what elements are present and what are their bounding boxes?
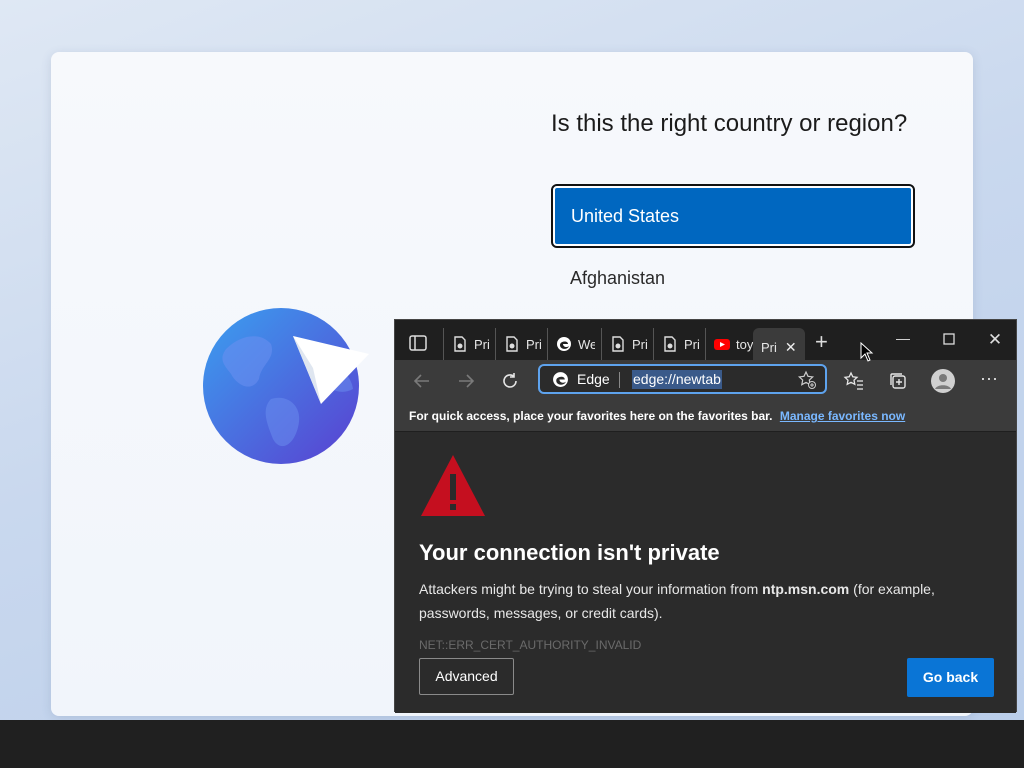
more-menu-icon[interactable]: ··· <box>980 368 1002 390</box>
error-page: Your connection isn't private Attackers … <box>395 432 1016 713</box>
tab-label: Pri <box>632 336 647 352</box>
tab-label: Pri <box>526 336 541 352</box>
pdf-file-icon <box>506 336 518 352</box>
url-text[interactable]: edge://newtab <box>632 370 722 389</box>
favorites-icon[interactable] <box>843 370 865 392</box>
tab-2[interactable]: Pri <box>495 328 541 360</box>
tab-3[interactable]: We <box>547 328 595 360</box>
pdf-file-icon <box>454 336 466 352</box>
error-code: NET::ERR_CERT_AUTHORITY_INVALID <box>419 638 642 652</box>
taskbar <box>0 720 1024 768</box>
page-title: Is this the right country or region? <box>551 110 908 137</box>
refresh-icon[interactable] <box>499 370 521 392</box>
new-tab-icon[interactable]: + <box>815 331 828 353</box>
edge-icon <box>557 337 571 351</box>
tab-label: Pri <box>684 336 699 352</box>
address-separator <box>619 372 620 388</box>
error-description: Attackers might be trying to steal your … <box>419 577 979 625</box>
tab-label: Pri <box>761 339 777 355</box>
globe-illustration-icon <box>203 308 369 464</box>
tab-4[interactable]: Pri <box>601 328 647 360</box>
mouse-cursor-icon <box>860 342 874 362</box>
edge-window: Pri Pri We Pri Pri toy Pri ✕ + — <box>394 319 1017 713</box>
error-title: Your connection isn't private <box>419 540 720 565</box>
manage-favorites-link[interactable]: Manage favorites now <box>780 409 905 423</box>
site-identity-label: Edge <box>577 371 610 387</box>
maximize-icon[interactable] <box>937 330 961 350</box>
favorites-bar-message: For quick access, place your favorites h… <box>409 409 773 423</box>
country-option[interactable]: Afghanistan <box>570 268 665 289</box>
tab-label: Pri <box>474 336 489 352</box>
country-option-selected[interactable]: United States <box>551 184 915 248</box>
profile-avatar-icon[interactable] <box>931 369 955 393</box>
favorites-bar: For quick access, place your favorites h… <box>395 406 1016 432</box>
forward-icon[interactable] <box>455 370 477 392</box>
back-icon[interactable] <box>411 370 433 392</box>
pdf-file-icon <box>664 336 676 352</box>
pdf-file-icon <box>612 336 624 352</box>
tab-1[interactable]: Pri <box>443 328 489 360</box>
add-favorite-icon[interactable] <box>797 370 817 390</box>
tab-label: We <box>578 336 595 352</box>
error-domain: ntp.msn.com <box>762 581 850 597</box>
error-description-prefix: Attackers might be trying to steal your … <box>419 581 763 597</box>
tab-6[interactable]: toy <box>705 328 753 360</box>
address-bar[interactable]: Edge edge://newtab <box>538 364 827 394</box>
warning-icon <box>421 455 485 516</box>
tab-actions-icon[interactable] <box>409 335 427 351</box>
collections-icon[interactable] <box>887 370 909 392</box>
tab-5[interactable]: Pri <box>653 328 699 360</box>
close-tab-icon[interactable]: ✕ <box>785 339 797 356</box>
youtube-icon <box>714 339 730 350</box>
go-back-button[interactable]: Go back <box>907 658 994 697</box>
close-window-icon[interactable]: ✕ <box>983 330 1007 350</box>
edge-icon <box>553 372 568 387</box>
minimize-icon[interactable]: — <box>891 330 915 350</box>
tab-label: toy <box>736 336 753 352</box>
advanced-button[interactable]: Advanced <box>419 658 514 695</box>
